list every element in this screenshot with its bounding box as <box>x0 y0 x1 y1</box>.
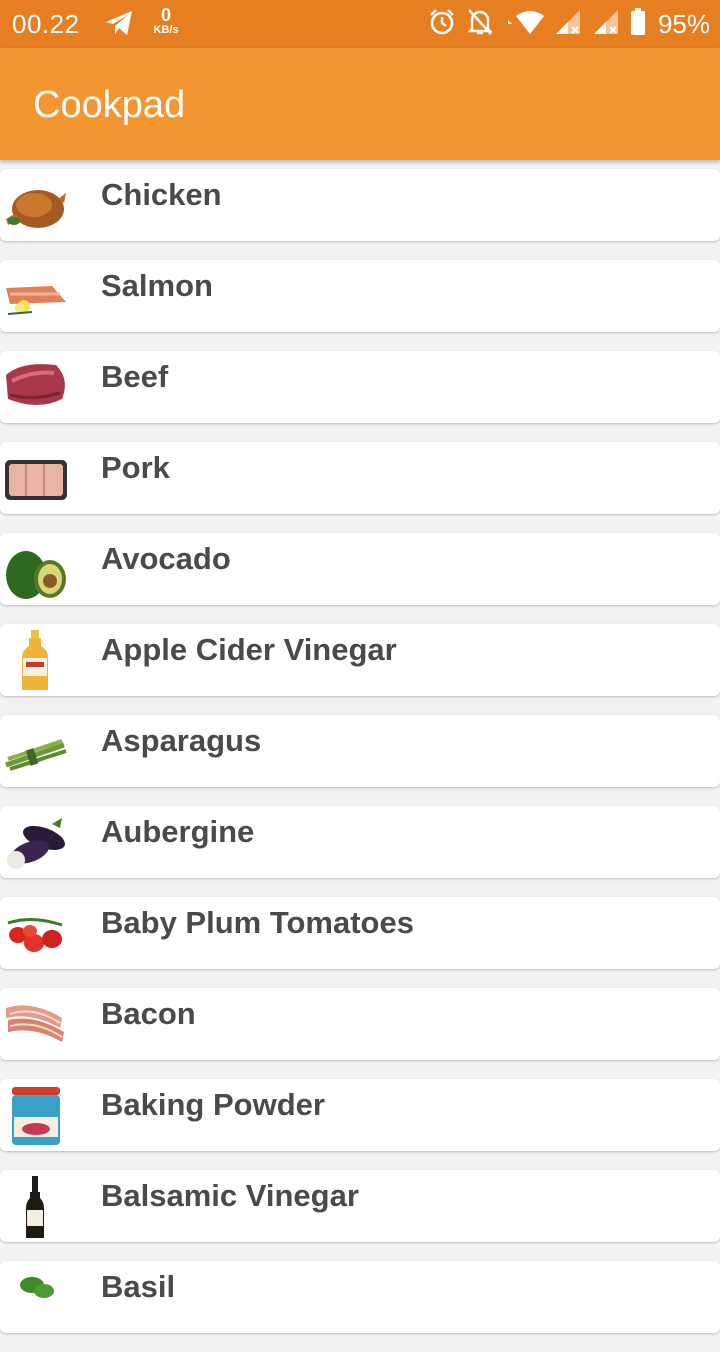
list-item-baking-powder[interactable]: Baking Powder <box>0 1079 720 1151</box>
balsamic-bottle-thumbnail <box>2 1174 68 1238</box>
notifications-off-icon <box>466 7 494 42</box>
signal-icon <box>554 8 582 41</box>
battery-percent: 95% <box>657 8 710 39</box>
bacon-thumbnail <box>2 992 68 1056</box>
list-item-label: Baking Powder <box>101 1087 325 1122</box>
list-item-pork[interactable]: Pork <box>0 442 720 514</box>
avocado-thumbnail <box>2 537 68 601</box>
baking-powder-thumbnail <box>2 1083 68 1147</box>
alarm-icon <box>428 8 456 41</box>
list-item-label: Salmon <box>101 268 213 303</box>
ingredient-list: Chicken Salmon Beef Pork Avocado Apple C… <box>0 169 720 1352</box>
list-item-apple-cider-vinegar[interactable]: Apple Cider Vinegar <box>0 624 720 696</box>
salmon-thumbnail <box>2 264 68 328</box>
list-item-beef[interactable]: Beef <box>0 351 720 423</box>
network-speed-value: 0 <box>160 5 171 25</box>
chicken-thumbnail <box>2 173 68 237</box>
tomatoes-thumbnail <box>2 901 68 965</box>
telegram-icon <box>104 9 134 42</box>
list-item-label: Asparagus <box>101 723 262 758</box>
vinegar-bottle-thumbnail <box>2 628 68 692</box>
list-item-label: Apple Cider Vinegar <box>101 632 397 667</box>
wifi-icon <box>504 8 544 41</box>
list-item-label: Balsamic Vinegar <box>101 1178 359 1213</box>
status-icons: 95% <box>428 7 710 42</box>
network-speed-unit: KB/s <box>153 24 179 36</box>
battery-icon <box>630 7 646 41</box>
app-title: Cookpad <box>33 84 186 126</box>
list-item-label: Aubergine <box>101 814 255 849</box>
list-item-baby-plum-tomatoes[interactable]: Baby Plum Tomatoes <box>0 897 720 969</box>
list-item-basil[interactable]: Basil <box>0 1261 720 1333</box>
signal-icon <box>592 8 620 41</box>
list-item-bacon[interactable]: Bacon <box>0 988 720 1060</box>
asparagus-thumbnail <box>2 719 68 783</box>
list-item-balsamic-vinegar[interactable]: Balsamic Vinegar <box>0 1170 720 1242</box>
list-item-asparagus[interactable]: Asparagus <box>0 715 720 787</box>
status-bar: 00.22 0 KB/s 95% <box>0 0 720 48</box>
list-item-avocado[interactable]: Avocado <box>0 533 720 605</box>
aubergine-thumbnail <box>2 810 68 874</box>
network-speed: 0 KB/s <box>146 6 186 36</box>
app-bar: Cookpad <box>0 48 720 160</box>
list-item-salmon[interactable]: Salmon <box>0 260 720 332</box>
pork-thumbnail <box>2 446 68 510</box>
list-item-label: Chicken <box>101 177 222 212</box>
list-item-label: Bacon <box>101 996 196 1031</box>
basil-thumbnail <box>2 1265 68 1329</box>
list-item-label: Basil <box>101 1269 176 1304</box>
list-item-aubergine[interactable]: Aubergine <box>0 806 720 878</box>
list-item-label: Avocado <box>101 541 231 576</box>
beef-thumbnail <box>2 355 68 419</box>
list-item-label: Pork <box>101 450 170 485</box>
list-item-label: Beef <box>101 359 169 394</box>
list-item-chicken[interactable]: Chicken <box>0 169 720 241</box>
list-item-label: Baby Plum Tomatoes <box>101 905 414 940</box>
status-time: 00.22 <box>12 9 80 39</box>
